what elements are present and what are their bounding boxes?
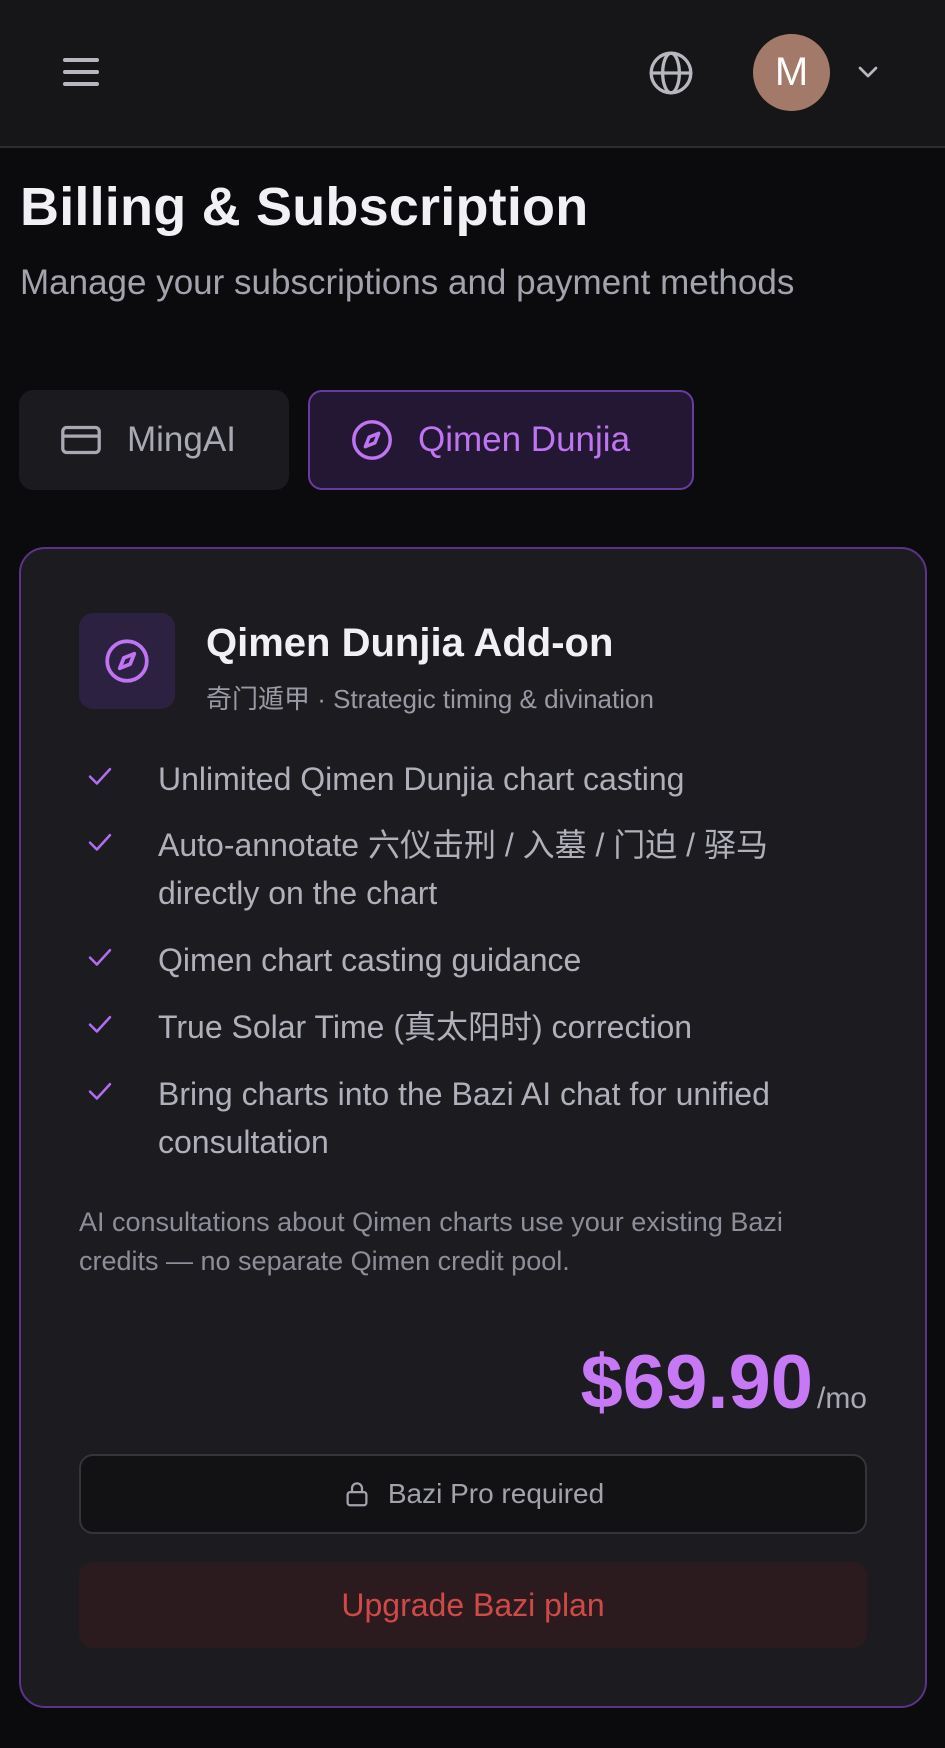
bazi-pro-required-button[interactable]: Bazi Pro required (79, 1454, 867, 1534)
addon-card: Qimen Dunjia Add-on 奇门遁甲 · Strategic tim… (19, 547, 927, 1708)
check-icon (83, 1076, 117, 1106)
tab-label: Qimen Dunjia (418, 420, 631, 459)
feature-text: Qimen chart casting guidance (158, 942, 582, 978)
feature-text: Auto-annotate 六仪击刑 / 入墓 / 门迫 / 驿马 direct… (158, 827, 768, 911)
page-title: Billing & Subscription (20, 177, 589, 237)
credits-note: AI consultations about Qimen charts use … (79, 1207, 783, 1276)
feature-text: Bring charts into the Bazi AI chat for u… (158, 1076, 770, 1160)
addon-subtitle: 奇门遁甲 · Strategic timing & divination (206, 684, 654, 714)
compass-icon (79, 613, 175, 709)
required-label: Bazi Pro required (387, 1478, 605, 1509)
compass-icon (347, 415, 397, 465)
price: $69.90 /mo (581, 1339, 867, 1426)
tab-mingai[interactable]: MingAI (19, 390, 289, 490)
upgrade-bazi-plan-button[interactable]: Upgrade Bazi plan (79, 1562, 867, 1648)
credit-card-icon (56, 415, 106, 465)
top-bar: M (0, 0, 945, 148)
globe-icon[interactable] (646, 48, 696, 98)
menu-icon[interactable] (56, 50, 106, 94)
page-subtitle: Manage your subscriptions and payment me… (20, 263, 795, 302)
check-icon (83, 1009, 117, 1039)
tab-qimen-dunjia[interactable]: Qimen Dunjia (308, 390, 694, 490)
feature-text: True Solar Time (真太阳时) correction (158, 1009, 693, 1045)
check-icon (83, 827, 117, 857)
addon-title: Qimen Dunjia Add-on (206, 621, 614, 665)
tab-label: MingAI (127, 420, 236, 459)
lock-icon (342, 1478, 372, 1510)
avatar[interactable]: M (753, 34, 830, 111)
check-icon (83, 761, 117, 791)
upgrade-label: Upgrade Bazi plan (341, 1586, 605, 1623)
feature-text: Unlimited Qimen Dunjia chart casting (158, 761, 685, 797)
price-unit: /mo (816, 1382, 867, 1415)
chevron-down-icon[interactable] (852, 56, 884, 88)
check-icon (83, 942, 117, 972)
price-amount: $69.90 (580, 1340, 813, 1425)
